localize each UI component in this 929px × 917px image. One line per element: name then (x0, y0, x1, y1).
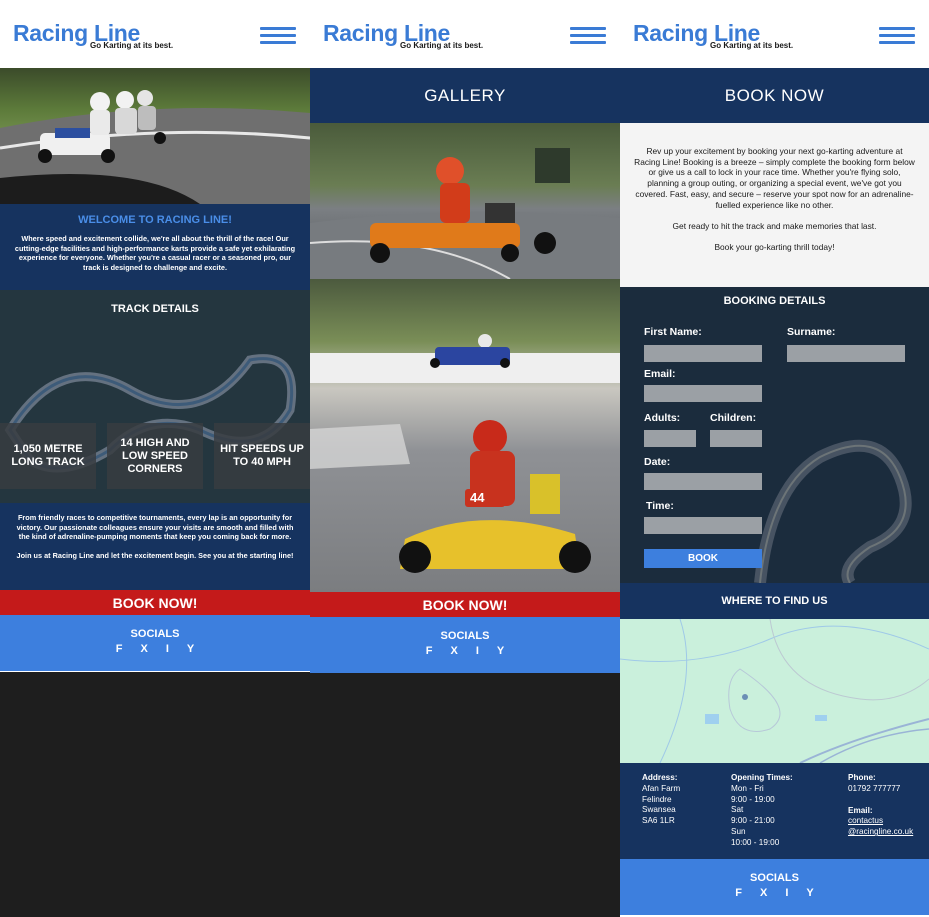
hero-image (0, 68, 310, 204)
booking-screen: Racing Line Go Karting at its best. BOOK… (620, 0, 929, 917)
brand-tagline: Go Karting at its best. (400, 41, 484, 50)
opening-times-block: Opening Times: Mon - Fri 9:00 - 19:00 Sa… (731, 773, 793, 849)
surname-field[interactable] (787, 345, 905, 362)
address-line-4: SA6 1LR (642, 816, 675, 826)
book-now-button[interactable]: BOOK NOW! (0, 590, 310, 615)
booking-intro-para-2: Get ready to hit the track and make memo… (672, 220, 877, 231)
track-details-section: TRACK DETAILS 1,050 METRE LONG TRACK 14 … (0, 290, 310, 590)
time-label: Time: (646, 500, 674, 512)
gallery-image-1[interactable] (310, 123, 620, 279)
gallery-image-2[interactable]: 44 (310, 279, 620, 592)
instagram-icon[interactable]: I (166, 643, 169, 655)
hamburger-menu-icon[interactable] (570, 27, 606, 45)
book-submit-button[interactable]: BOOK (644, 549, 762, 568)
time-field[interactable] (644, 517, 762, 534)
track-details-title: TRACK DETAILS (111, 303, 199, 315)
hours-line-1: Mon - Fri (731, 783, 764, 793)
facebook-icon[interactable]: F (735, 887, 742, 899)
header: Racing Line Go Karting at its best. (0, 0, 310, 68)
hamburger-menu-icon[interactable] (260, 27, 296, 45)
socials-footer: SOCIALS F X I Y (0, 615, 310, 671)
hamburger-menu-icon[interactable] (879, 27, 915, 45)
home-screen: Racing Line Go Karting at its best. WELC… (0, 0, 310, 672)
email-field[interactable] (644, 385, 762, 402)
booking-intro: Rev up your excitement by booking your n… (620, 123, 929, 287)
socials-footer: SOCIALS F X I Y (620, 859, 929, 915)
youtube-icon[interactable]: Y (806, 887, 813, 899)
surname-label: Surname: (787, 326, 836, 338)
header: Racing Line Go Karting at its best. (310, 0, 620, 68)
hours-line-5: Sun (731, 826, 746, 836)
kart-orange-driver-illustration (310, 148, 620, 279)
hours-line-4: 9:00 - 21:00 (731, 816, 775, 826)
address-line-1: Afan Farm (642, 783, 681, 793)
children-label: Children: (710, 412, 757, 424)
facebook-icon[interactable]: F (426, 645, 433, 657)
booking-intro-para-1: Rev up your excitement by booking your n… (634, 146, 915, 210)
track-text-para-2: Join us at Racing Line and let the excit… (16, 551, 294, 561)
date-field[interactable] (644, 473, 762, 490)
stat-corners: 14 HIGH AND LOW SPEED CORNERS (107, 423, 203, 489)
gallery-title: GALLERY (310, 68, 620, 123)
welcome-title: WELCOME TO RACING LINE! (78, 214, 232, 226)
phone-label: Phone: (848, 773, 876, 782)
instagram-icon[interactable]: I (785, 887, 788, 899)
phone-email-block: Phone: 01792 777777 Email: contactus @ra… (848, 773, 913, 838)
socials-footer: SOCIALS F X I Y (310, 617, 620, 673)
email-link-line-1[interactable]: contactus (848, 816, 883, 825)
booking-form-title: BOOKING DETAILS (723, 295, 826, 307)
book-now-button[interactable]: BOOK NOW! (310, 592, 620, 617)
email-label: Email: (848, 805, 873, 815)
facebook-icon[interactable]: F (116, 643, 123, 655)
book-now-title: BOOK NOW (620, 68, 929, 123)
address-label: Address: (642, 773, 678, 782)
hours-line-2: 9:00 - 19:00 (731, 794, 775, 804)
adults-field[interactable] (644, 430, 696, 447)
phone-number[interactable]: 01792 777777 (848, 784, 913, 795)
socials-title: SOCIALS (750, 872, 799, 884)
map-illustration (620, 619, 929, 763)
address-line-3: Swansea (642, 805, 676, 815)
email-link-line-2[interactable]: @racingline.co.uk (848, 827, 913, 836)
brand-tagline: Go Karting at its best. (90, 41, 174, 50)
date-label: Date: (644, 456, 671, 468)
address-line-2: Felindre (642, 794, 672, 804)
header: Racing Line Go Karting at its best. (620, 0, 929, 68)
instagram-icon[interactable]: I (476, 645, 479, 657)
booking-form: BOOKING DETAILS First Name: Surname: Ema… (620, 287, 929, 583)
karts-racing-illustration (0, 90, 310, 204)
x-icon[interactable]: X (140, 643, 147, 655)
brand-tagline: Go Karting at its best. (710, 41, 794, 50)
location-map[interactable] (620, 619, 929, 763)
track-text-para-1: From friendly races to competitive tourn… (16, 513, 294, 542)
welcome-text: Where speed and excitement collide, we'r… (14, 234, 296, 272)
hours-line-6: 10:00 - 19:00 (731, 837, 780, 847)
welcome-section: WELCOME TO RACING LINE! Where speed and … (0, 204, 310, 290)
stat-speed: HIT SPEEDS UP TO 40 MPH (214, 423, 310, 489)
socials-title: SOCIALS (130, 628, 180, 640)
first-name-field[interactable] (644, 345, 762, 362)
stat-track-length: 1,050 METRE LONG TRACK (0, 423, 96, 489)
socials-title: SOCIALS (440, 630, 490, 642)
where-to-find-us-title: WHERE TO FIND US (620, 583, 929, 619)
opening-times-label: Opening Times: (731, 773, 793, 782)
booking-intro-para-3: Book your go-karting thrill today! (714, 242, 835, 253)
kart-number: 44 (470, 490, 485, 505)
adults-label: Adults: (644, 412, 681, 424)
hours-line-3: Sat (731, 805, 744, 815)
youtube-icon[interactable]: Y (187, 643, 194, 655)
track-text: From friendly races to competitive tourn… (0, 503, 310, 590)
email-label: Email: (644, 368, 676, 380)
x-icon[interactable]: X (450, 645, 457, 657)
contact-info: Address: Afan Farm Felindre Swansea SA6 … (620, 763, 929, 859)
first-name-label: First Name: (644, 326, 702, 338)
youtube-icon[interactable]: Y (497, 645, 504, 657)
children-field[interactable] (710, 430, 762, 447)
x-icon[interactable]: X (760, 887, 767, 899)
gallery-screen: Racing Line Go Karting at its best. GALL… (310, 0, 620, 673)
address-block: Address: Afan Farm Felindre Swansea SA6 … (642, 773, 680, 827)
kart-yellow-44-illustration: 44 (310, 334, 620, 573)
